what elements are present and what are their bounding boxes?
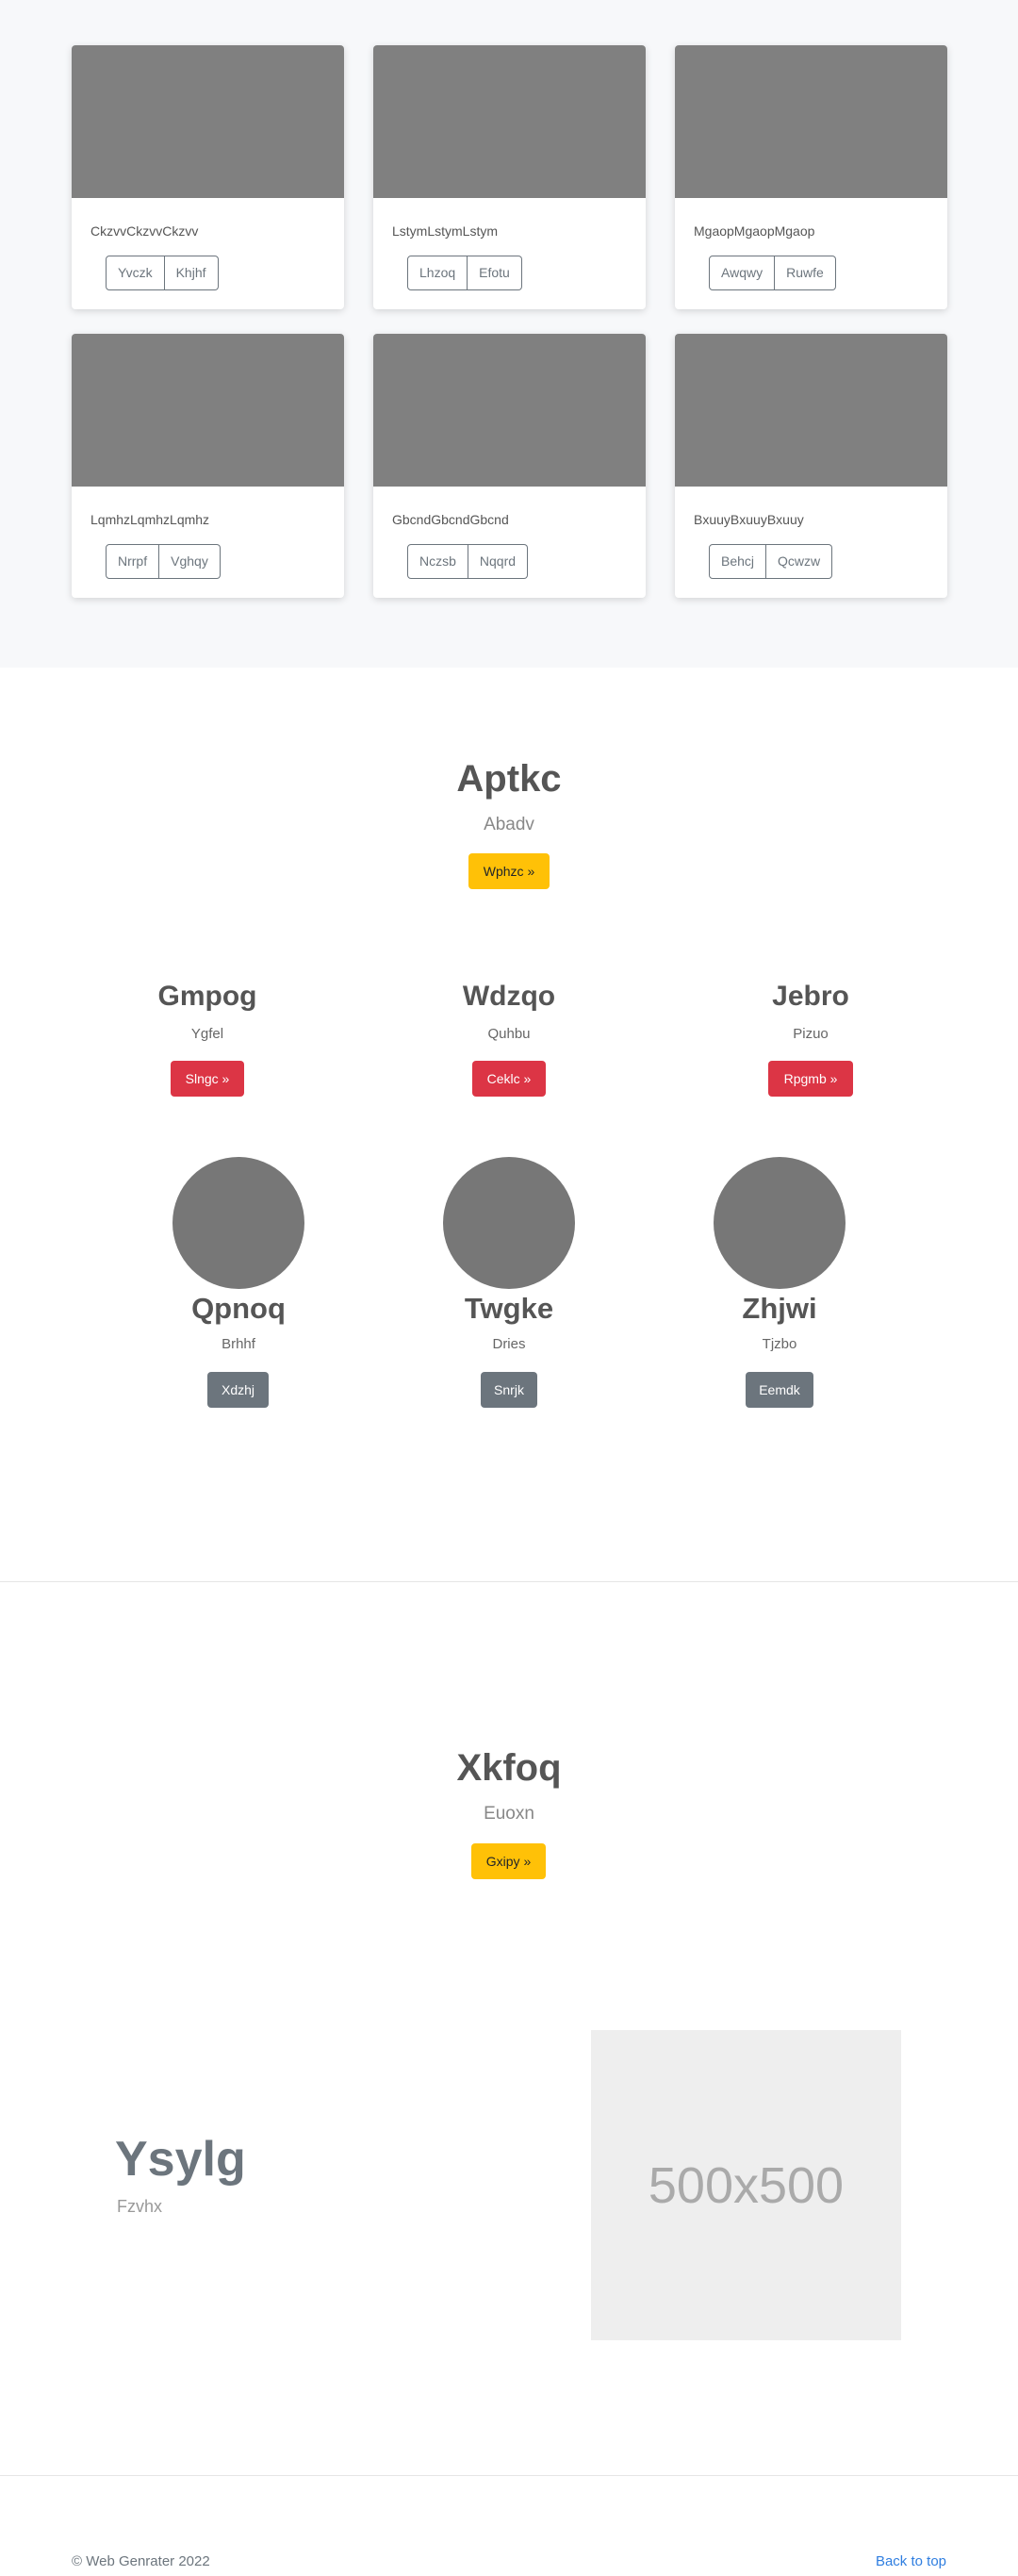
card-edit-button[interactable]: Vghqy xyxy=(159,544,221,579)
column-text: Quhbu xyxy=(487,1026,531,1042)
footer-copyright: © Web Genrater 2022 xyxy=(72,2553,210,2569)
card-image xyxy=(373,45,646,198)
card-button-group: Nrrpf Vghqy xyxy=(106,544,221,579)
circle-text: Tjzbo xyxy=(762,1336,797,1352)
column-text: Pizuo xyxy=(793,1026,829,1042)
card-text: GbcndGbcndGbcnd xyxy=(392,512,509,527)
card-image xyxy=(373,334,646,487)
album-card: LqmhzLqmhzLqmhz Nrrpf Vghqy xyxy=(72,334,344,598)
card-image xyxy=(675,45,947,198)
avatar-placeholder xyxy=(714,1157,846,1289)
hero-subtitle: Abadv xyxy=(484,815,534,834)
album-card: MgaopMgaopMgaop Awqwy Ruwfe xyxy=(675,45,947,309)
avatar-placeholder xyxy=(443,1157,575,1289)
column-button[interactable]: Rpgmb » xyxy=(768,1061,853,1097)
album-card: BxuuyBxuuyBxuuy Behcj Qcwzw xyxy=(675,334,947,598)
column-title: Jebro xyxy=(772,981,849,1012)
hero-title: Aptkc xyxy=(456,758,562,800)
circle-button[interactable]: Eemdk xyxy=(746,1372,813,1408)
circle-title: Zhjwi xyxy=(742,1292,817,1325)
album-card: GbcndGbcndGbcnd Nczsb Nqqrd xyxy=(373,334,646,598)
card-text: LqmhzLqmhzLqmhz xyxy=(90,512,210,527)
circle-title: Qpnoq xyxy=(191,1292,286,1325)
card-image xyxy=(72,334,344,487)
section-divider xyxy=(0,1581,1018,1582)
circle-button[interactable]: Xdzhj xyxy=(207,1372,269,1408)
card-button-group: Yvczk Khjhf xyxy=(106,256,219,290)
circle-text: Dries xyxy=(492,1336,526,1352)
card-button-group: Awqwy Ruwfe xyxy=(709,256,836,290)
card-edit-button[interactable]: Khjhf xyxy=(164,256,219,290)
footer-divider xyxy=(0,2475,1018,2476)
card-text: LstymLstymLstym xyxy=(392,223,499,239)
column-button[interactable]: Ceklc » xyxy=(472,1061,546,1097)
card-edit-button[interactable]: Ruwfe xyxy=(775,256,836,290)
hero-cta-button[interactable]: Gxipy » xyxy=(471,1843,546,1879)
column-title: Wdzqo xyxy=(462,981,556,1012)
album-section: CkzvvCkzvvCkzvv Yvczk Khjhf LstymLstymLs… xyxy=(0,0,1018,668)
back-to-top-link[interactable]: Back to top xyxy=(876,2553,946,2569)
circle-button[interactable]: Snrjk xyxy=(481,1372,537,1408)
card-edit-button[interactable]: Qcwzw xyxy=(766,544,833,579)
card-button-group: Lhzoq Efotu xyxy=(407,256,522,290)
card-button-group: Nczsb Nqqrd xyxy=(407,544,529,579)
card-view-button[interactable]: Awqwy xyxy=(709,256,776,290)
album-card: CkzvvCkzvvCkzvv Yvczk Khjhf xyxy=(72,45,344,309)
avatar-placeholder xyxy=(172,1157,304,1289)
circle-title: Twgke xyxy=(464,1292,554,1325)
circle-text: Brhhf xyxy=(222,1336,255,1352)
card-view-button[interactable]: Nrrpf xyxy=(106,544,160,579)
feature-subtitle: Fzvhx xyxy=(117,2197,163,2216)
hero-subtitle: Euoxn xyxy=(484,1804,534,1824)
album-card: LstymLstymLstym Lhzoq Efotu xyxy=(373,45,646,309)
card-button-group: Behcj Qcwzw xyxy=(709,544,833,579)
column-title: Gmpog xyxy=(157,981,257,1012)
column-text: Ygfel xyxy=(190,1026,224,1042)
card-view-button[interactable]: Behcj xyxy=(709,544,767,579)
card-image xyxy=(675,334,947,487)
card-view-button[interactable]: Lhzoq xyxy=(407,256,468,290)
card-text: BxuuyBxuuyBxuuy xyxy=(694,512,804,527)
column-button[interactable]: Slngc » xyxy=(171,1061,244,1097)
card-text: CkzvvCkzvvCkzvv xyxy=(90,223,199,239)
hero-title: Xkfoq xyxy=(456,1747,562,1789)
hero-cta-button[interactable]: Wphzc » xyxy=(468,853,550,889)
card-view-button[interactable]: Nczsb xyxy=(407,544,468,579)
feature-title: Ysylg xyxy=(115,2132,246,2187)
card-image xyxy=(72,45,344,198)
card-view-button[interactable]: Yvczk xyxy=(106,256,165,290)
card-edit-button[interactable]: Efotu xyxy=(468,256,522,290)
image-placeholder: 500x500 xyxy=(591,2030,901,2340)
card-text: MgaopMgaopMgaop xyxy=(694,223,815,239)
card-edit-button[interactable]: Nqqrd xyxy=(468,544,529,579)
